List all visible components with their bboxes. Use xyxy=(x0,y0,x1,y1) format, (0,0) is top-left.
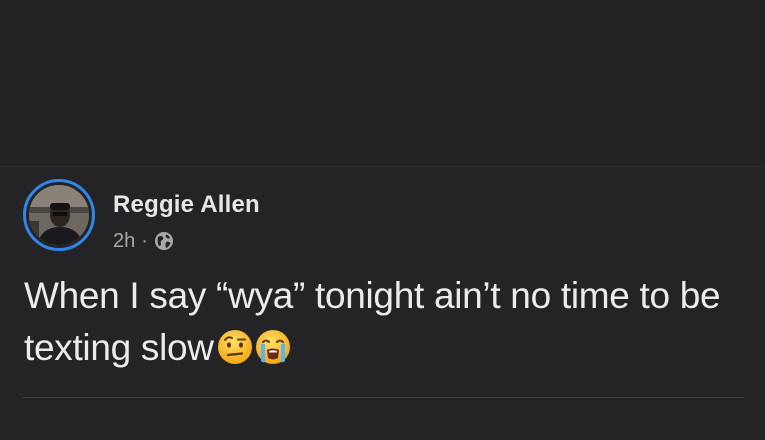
top-empty-area xyxy=(0,0,765,166)
post-body: When I say “wya” tonight ain’t no time t… xyxy=(24,275,721,368)
raised-eyebrow-emoji-icon xyxy=(216,328,254,366)
post-card: Reggie Allen 2h · When I say “wya” tonig… xyxy=(0,167,765,440)
post-divider xyxy=(22,397,744,398)
loudly-crying-emoji-icon xyxy=(254,328,292,366)
avatar[interactable] xyxy=(23,179,95,251)
author-name[interactable]: Reggie Allen xyxy=(113,191,260,219)
globe-icon xyxy=(154,231,174,251)
timestamp[interactable]: 2h xyxy=(113,230,135,253)
meta-separator: · xyxy=(141,229,148,252)
avatar-photo xyxy=(29,185,89,245)
post-meta: 2h · xyxy=(113,229,174,253)
post-text: When I say “wya” tonight ain’t no time t… xyxy=(24,270,744,374)
